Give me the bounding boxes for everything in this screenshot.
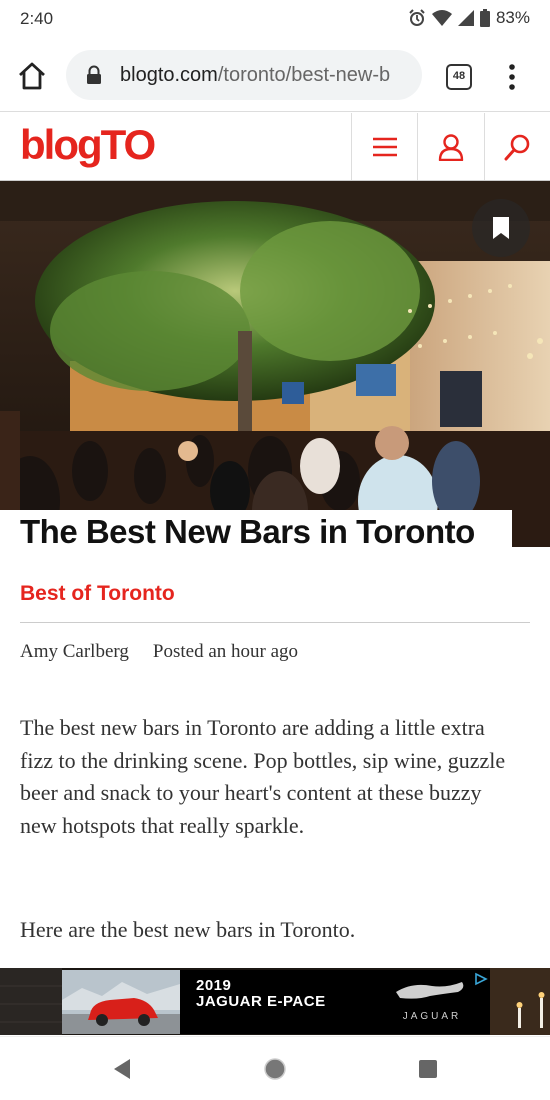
- hamburger-menu-icon: [372, 137, 397, 156]
- home-circle-icon[interactable]: [263, 1057, 287, 1081]
- ad-year: 2019: [196, 977, 232, 994]
- status-icons: 83%: [408, 8, 530, 28]
- ad-model: JAGUAR E-PACE: [196, 993, 326, 1010]
- home-icon[interactable]: [16, 60, 48, 92]
- bookmark-icon: [493, 217, 509, 239]
- battery-percentage: 83%: [495, 8, 530, 27]
- lock-icon: [87, 65, 101, 84]
- ad-text: 2019 JAGUAR E-PACE: [196, 978, 326, 1010]
- search-button[interactable]: [484, 113, 550, 180]
- author-link[interactable]: Amy Carlberg: [20, 641, 129, 662]
- url-path: /toronto/best-new-b: [217, 64, 391, 86]
- battery-icon: [479, 9, 490, 27]
- alarm-icon: [409, 9, 425, 26]
- article-title-box: The Best New Bars in Toronto: [0, 510, 512, 550]
- article-paragraph: The best new bars in Toronto are adding …: [20, 715, 506, 838]
- url-domain: blogto.com: [120, 64, 218, 86]
- article-category-link[interactable]: Best of Toronto: [20, 582, 175, 606]
- site-header: blogTO: [0, 113, 550, 181]
- menu-button[interactable]: [351, 113, 417, 180]
- jaguar-leaper-icon: [396, 982, 464, 999]
- hero-image: [0, 181, 550, 547]
- bookmark-button[interactable]: [472, 199, 530, 257]
- back-icon[interactable]: [112, 1058, 132, 1080]
- ad-car-image: [62, 970, 180, 1034]
- article-paragraph: Here are the best new bars in Toronto.: [20, 917, 356, 942]
- recents-icon[interactable]: [418, 1059, 438, 1079]
- android-nav-bar: [0, 1036, 550, 1100]
- article-byline: Amy Carlberg Posted an hour ago: [20, 641, 298, 663]
- posted-time: Posted an hour ago: [152, 641, 299, 662]
- overflow-menu-icon[interactable]: [504, 62, 520, 92]
- address-bar[interactable]: blogto.com/toronto/best-new-b: [66, 50, 422, 100]
- jaguar-logo: JAGUAR: [392, 978, 482, 1028]
- tabs-icon[interactable]: 48: [446, 64, 472, 90]
- adchoices-icon[interactable]: [474, 972, 488, 986]
- divider: [20, 622, 530, 623]
- wifi-icon: [431, 10, 452, 26]
- user-icon: [438, 133, 463, 161]
- ad-brand-text: JAGUAR: [402, 1011, 462, 1022]
- article-title: The Best New Bars in Toronto: [20, 513, 475, 550]
- hero-photo: [0, 181, 550, 547]
- search-icon: [504, 134, 529, 160]
- site-logo[interactable]: blogTO: [20, 121, 156, 169]
- browser-toolbar: blogto.com/toronto/best-new-b 48: [0, 40, 550, 112]
- account-button[interactable]: [417, 113, 483, 180]
- url-text[interactable]: blogto.com/toronto/best-new-b: [120, 64, 416, 87]
- status-time: 2:40: [20, 9, 54, 28]
- jaguar-ad[interactable]: 2019 JAGUAR E-PACE JAGUAR: [62, 970, 490, 1034]
- signal-icon: [457, 10, 474, 26]
- status-bar: 2:40 83%: [0, 0, 550, 40]
